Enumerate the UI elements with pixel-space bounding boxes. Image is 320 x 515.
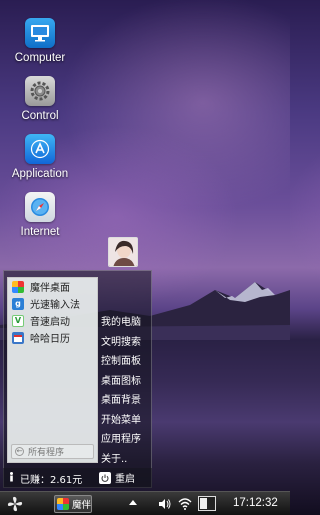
pinwheel-icon [7, 496, 23, 512]
shortcut-about[interactable]: 关于.. [100, 448, 150, 468]
gear-icon [25, 76, 55, 106]
earnings-label: 已赚：2.61元 [20, 474, 83, 486]
battery-icon[interactable] [198, 496, 216, 511]
pinwheel-icon [12, 280, 24, 293]
all-programs-button[interactable]: ← 所有程序 [11, 444, 94, 459]
desktop-icon-internet[interactable]: Internet [5, 192, 75, 238]
pinned-apps-panel: 魔伴桌面 g 光速输入法 V 音速启动 哈哈日历 ← 所有程序 [7, 277, 98, 463]
app-item-haha-calendar[interactable]: 哈哈日历 [8, 329, 97, 346]
wifi-icon[interactable] [178, 497, 192, 513]
shortcut-list: 我的电脑 文明搜索 控制面板 桌面图标 桌面背景 开始菜单 应用程序 关于.. [100, 311, 150, 467]
restart-button[interactable]: 重启 [99, 470, 135, 485]
shortcut-desktop-background[interactable]: 桌面背景 [100, 389, 150, 409]
v-icon: V [12, 314, 24, 327]
shortcut-desktop-icons[interactable]: 桌面图标 [100, 370, 150, 390]
clock[interactable]: 17:12:32 [233, 497, 278, 509]
shortcut-search[interactable]: 文明搜索 [100, 331, 150, 351]
desktop-icon-control[interactable]: Control [5, 76, 75, 122]
start-menu-footer: 已赚：2.61元 重启 [3, 468, 152, 488]
app-item-label: 音速启动 [30, 317, 70, 328]
start-menu: 魔伴桌面 g 光速输入法 V 音速启动 哈哈日历 ← 所有程序 我的电脑 文明搜… [3, 237, 152, 488]
tray-expand-icon[interactable] [129, 500, 137, 505]
app-item-label: 哈哈日历 [30, 334, 70, 345]
app-item-label: 光速输入法 [30, 300, 80, 311]
task-button-label: 魔伴 [72, 500, 92, 511]
app-item-mobanzhuomian[interactable]: 魔伴桌面 [8, 278, 97, 295]
app-item-yinsu[interactable]: V 音速启动 [8, 312, 97, 329]
desktop-icon-computer[interactable]: Computer [5, 18, 75, 64]
desktop-icon-label: Computer [14, 52, 66, 64]
app-item-label: 魔伴桌面 [30, 283, 70, 294]
desktop-icon-application[interactable]: Application [5, 134, 75, 180]
shortcut-my-computer[interactable]: 我的电脑 [100, 311, 150, 331]
shortcut-start-menu[interactable]: 开始菜单 [100, 409, 150, 429]
volume-icon[interactable] [158, 498, 172, 513]
user-avatar[interactable] [108, 237, 138, 267]
app-item-guangsu[interactable]: g 光速输入法 [8, 295, 97, 312]
compass-icon [25, 192, 55, 222]
pinwheel-icon [57, 498, 69, 510]
task-button-moban[interactable]: 魔伴 [54, 495, 92, 513]
info-icon [7, 471, 16, 485]
restart-label: 重启 [115, 474, 135, 485]
computer-icon [25, 18, 55, 48]
desktop-icon-label: Internet [20, 226, 60, 238]
power-icon [99, 471, 111, 484]
shortcut-control-panel[interactable]: 控制面板 [100, 350, 150, 370]
start-button[interactable] [6, 495, 24, 513]
all-programs-label: 所有程序 [28, 448, 65, 458]
shortcut-applications[interactable]: 应用程序 [100, 428, 150, 448]
appstore-icon [25, 134, 55, 164]
g-icon: g [12, 297, 24, 310]
arrow-left-icon: ← [15, 447, 24, 456]
desktop-icon-label: Application [11, 168, 69, 180]
taskbar: 魔伴 17:12:32 [0, 491, 290, 515]
desktop-icon-label: Control [21, 110, 59, 122]
calendar-icon [12, 331, 24, 344]
